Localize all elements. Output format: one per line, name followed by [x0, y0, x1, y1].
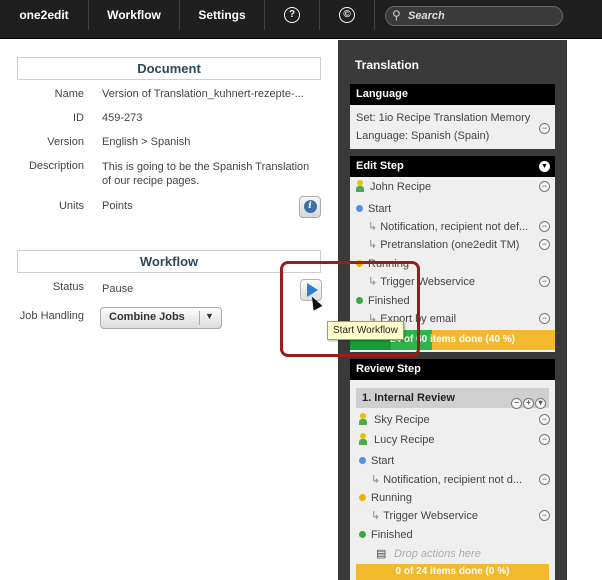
- edit-start-action: ↳ Pretranslation (one2edit TM): [368, 239, 520, 251]
- edit-step-title: Edit Step: [356, 160, 404, 172]
- review-step-box: 1. Internal Review − + ▾ Sky Recipe − Lucy…: [350, 380, 555, 580]
- app-name-button[interactable]: one2edit: [0, 0, 89, 30]
- remove-action-icon[interactable]: −: [539, 474, 550, 485]
- units-label: Units: [58, 200, 84, 212]
- remove-action-icon[interactable]: −: [539, 239, 550, 250]
- review-running-action-row: ↳ Trigger Webservice −: [350, 507, 555, 525]
- name-value: Version of Translation_kuhnert-rezepte-.…: [102, 88, 304, 100]
- remove-action-icon[interactable]: −: [539, 221, 550, 232]
- search-icon: ⚲: [392, 8, 401, 22]
- info-icon: i: [303, 200, 317, 213]
- review-user-row: Sky Recipe −: [350, 411, 555, 429]
- about-button[interactable]: ©: [320, 0, 375, 30]
- internal-review-controls: − + ▾: [510, 392, 546, 412]
- running-status-icon: [359, 494, 366, 501]
- highlight-annotation: [280, 261, 420, 357]
- edit-step-header: Edit Step ▼: [350, 156, 555, 177]
- start-status-icon: [359, 457, 366, 464]
- edit-start-action: ↳ Notification, recipient not def...: [368, 221, 529, 233]
- language-set: Set: 1io Recipe Translation Memory: [356, 112, 531, 124]
- review-running-label: Running: [371, 492, 412, 504]
- review-step-progress-bar: 0 of 24 items done (0 %): [356, 564, 549, 580]
- language-row: Language: Spanish (Spain): [350, 127, 555, 145]
- internal-review-header: 1. Internal Review − + ▾: [356, 388, 549, 409]
- remove-user-icon[interactable]: −: [539, 414, 550, 425]
- chevron-down-icon[interactable]: ▾: [535, 398, 546, 409]
- description-value: This is going to be the Spanish Translat…: [102, 161, 310, 187]
- finished-status-icon: [359, 531, 366, 538]
- review-step-progress-text: 0 of 24 items done (0 %): [395, 566, 510, 577]
- drop-zone-icon: ▤: [376, 548, 387, 560]
- review-step-header: Review Step: [350, 359, 555, 380]
- select-divider: [199, 311, 200, 325]
- chevron-down-icon[interactable]: ▼: [539, 161, 550, 172]
- id-label: ID: [73, 112, 84, 124]
- help-icon: ?: [284, 7, 300, 24]
- search-input[interactable]: [406, 8, 560, 24]
- review-start-action: ↳ Notification, recipient not d...: [371, 474, 523, 486]
- edit-step-user-row: John Recipe −: [350, 178, 555, 196]
- remove-action-icon[interactable]: −: [539, 510, 550, 521]
- job-handling-label: Job Handling: [19, 310, 84, 322]
- user-icon: [356, 180, 364, 192]
- review-user: Lucy Recipe: [374, 434, 435, 446]
- settings-menu[interactable]: Settings: [180, 0, 265, 30]
- edit-start-action-row: ↳ Pretranslation (one2edit TM) −: [350, 236, 555, 254]
- remove-action-icon[interactable]: −: [539, 313, 550, 324]
- workflow-header: Workflow: [17, 250, 321, 273]
- start-workflow-tooltip: Start Workflow: [327, 321, 404, 340]
- language-value: Language: Spanish (Spain): [356, 130, 490, 142]
- review-start-row: Start: [350, 452, 555, 470]
- language-set-row: Set: 1io Recipe Translation Memory: [350, 109, 555, 127]
- language-header: Language: [350, 84, 555, 105]
- version-value: English > Spanish: [102, 136, 191, 148]
- name-label: Name: [54, 88, 84, 100]
- review-finished-row: Finished: [350, 526, 555, 544]
- start-status-icon: [356, 205, 363, 212]
- status-label: Status: [52, 281, 84, 293]
- user-icon: [359, 413, 367, 425]
- edit-step-user: John Recipe: [370, 181, 432, 193]
- remove-user-icon[interactable]: −: [539, 434, 550, 445]
- remove-action-icon[interactable]: −: [539, 276, 550, 287]
- units-value: Points: [102, 200, 133, 212]
- language-remove-icon[interactable]: −: [539, 123, 550, 134]
- add-icon[interactable]: +: [523, 398, 534, 409]
- user-icon: [359, 433, 367, 445]
- status-value: Pause: [102, 283, 134, 295]
- id-value: 459-273: [102, 112, 143, 124]
- info-button[interactable]: i: [299, 196, 321, 218]
- review-running-action: ↳ Trigger Webservice: [371, 510, 478, 522]
- drop-actions-row[interactable]: ▤ Drop actions here: [350, 545, 555, 563]
- drop-actions-hint: Drop actions here: [394, 548, 481, 560]
- review-start-action-row: ↳ Notification, recipient not d... −: [350, 471, 555, 489]
- help-button[interactable]: ?: [265, 0, 320, 30]
- review-user: Sky Recipe: [374, 414, 430, 426]
- internal-review-title: 1. Internal Review: [362, 392, 455, 404]
- job-handling-select[interactable]: Combine Jobs ▼: [100, 307, 222, 329]
- remove-user-icon[interactable]: −: [539, 181, 550, 192]
- search-box[interactable]: ⚲: [385, 6, 563, 26]
- remove-icon[interactable]: −: [511, 398, 522, 409]
- version-label: Version: [47, 136, 84, 148]
- copyright-icon: ©: [339, 7, 355, 24]
- document-header: Document: [17, 57, 321, 80]
- review-finished-label: Finished: [371, 529, 413, 541]
- edit-start-action-row: ↳ Notification, recipient not def... −: [350, 218, 555, 236]
- description-label: Description: [28, 160, 84, 172]
- workflow-menu[interactable]: Workflow: [89, 0, 180, 30]
- panel-title: Translation: [355, 58, 420, 72]
- review-start-label: Start: [371, 455, 395, 467]
- top-navigation-bar: one2edit Workflow Settings ? © ⚲: [0, 0, 602, 39]
- review-user-row: Lucy Recipe −: [350, 431, 555, 449]
- edit-start-row: Start: [350, 200, 555, 218]
- chevron-down-icon: ▼: [205, 311, 214, 321]
- edit-start-label: Start: [368, 203, 392, 215]
- language-box: Set: 1io Recipe Translation Memory Langu…: [350, 105, 555, 149]
- review-running-row: Running: [350, 489, 555, 507]
- job-handling-value: Combine Jobs: [109, 311, 185, 323]
